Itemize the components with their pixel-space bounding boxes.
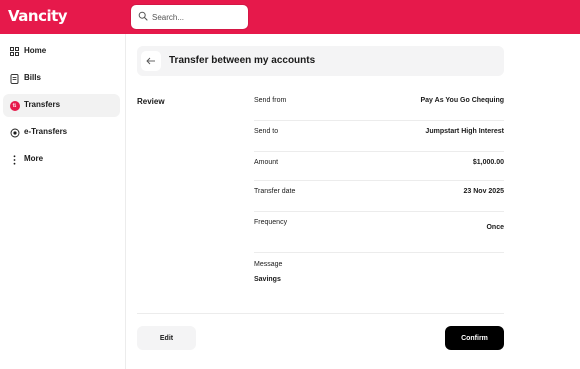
divider: [254, 151, 504, 152]
edit-button[interactable]: Edit: [137, 326, 196, 350]
send-from-label: Send from: [254, 97, 287, 104]
divider: [254, 180, 504, 181]
review-section-label: Review: [137, 97, 165, 106]
arrow-left-icon: [146, 57, 155, 65]
receipt-icon: [9, 73, 20, 84]
confirm-button[interactable]: Confirm: [445, 326, 504, 350]
message-label: Message: [254, 261, 283, 268]
vancity-logo[interactable]: Vancity: [8, 7, 68, 25]
amount-label: Amount: [254, 159, 279, 166]
divider: [254, 252, 504, 253]
sidebar-item-label: Transfers: [24, 100, 61, 109]
back-button[interactable]: [141, 51, 161, 71]
etransfer-icon: [9, 127, 20, 138]
amount-value: $1,000.00: [472, 159, 504, 166]
sidebar-item-transfers[interactable]: ⇅ Transfers: [3, 94, 120, 117]
sidebar-item-bills[interactable]: Bills: [3, 67, 120, 90]
frequency-label: Frequency: [254, 219, 288, 226]
page-title: Transfer between my accounts: [169, 55, 316, 66]
search-input[interactable]: [152, 8, 244, 26]
sidebar-item-etransfers[interactable]: e-Transfers: [3, 121, 120, 144]
divider: [137, 313, 504, 314]
sidebar-item-more[interactable]: More: [3, 148, 120, 171]
grid-icon: [9, 46, 20, 57]
send-to-value: Jumpstart High Interest: [425, 128, 504, 135]
frequency-value: Once: [486, 224, 504, 231]
sidebar-item-label: e-Transfers: [24, 127, 68, 136]
sidebar: Home Bills ⇅ Transfers e-Transfers More: [0, 34, 126, 369]
top-bar: Vancity: [0, 0, 580, 34]
transfer-date-value: 23 Nov 2025: [463, 188, 504, 195]
send-from-value: Pay As You Go Chequing: [420, 97, 505, 104]
sidebar-item-label: Home: [24, 46, 47, 55]
divider: [254, 211, 504, 212]
page-header: Transfer between my accounts: [137, 46, 504, 76]
search-box[interactable]: [131, 5, 248, 29]
message-value: Savings: [254, 276, 281, 283]
search-icon: [138, 11, 148, 21]
sidebar-item-home[interactable]: Home: [3, 40, 120, 63]
sidebar-item-label: Bills: [24, 73, 41, 82]
transfers-badge-icon: ⇅: [9, 100, 20, 111]
divider: [254, 120, 504, 121]
more-vertical-icon: [9, 154, 20, 165]
sidebar-item-label: More: [24, 154, 44, 163]
send-to-label: Send to: [254, 128, 279, 135]
transfer-date-label: Transfer date: [254, 188, 296, 195]
